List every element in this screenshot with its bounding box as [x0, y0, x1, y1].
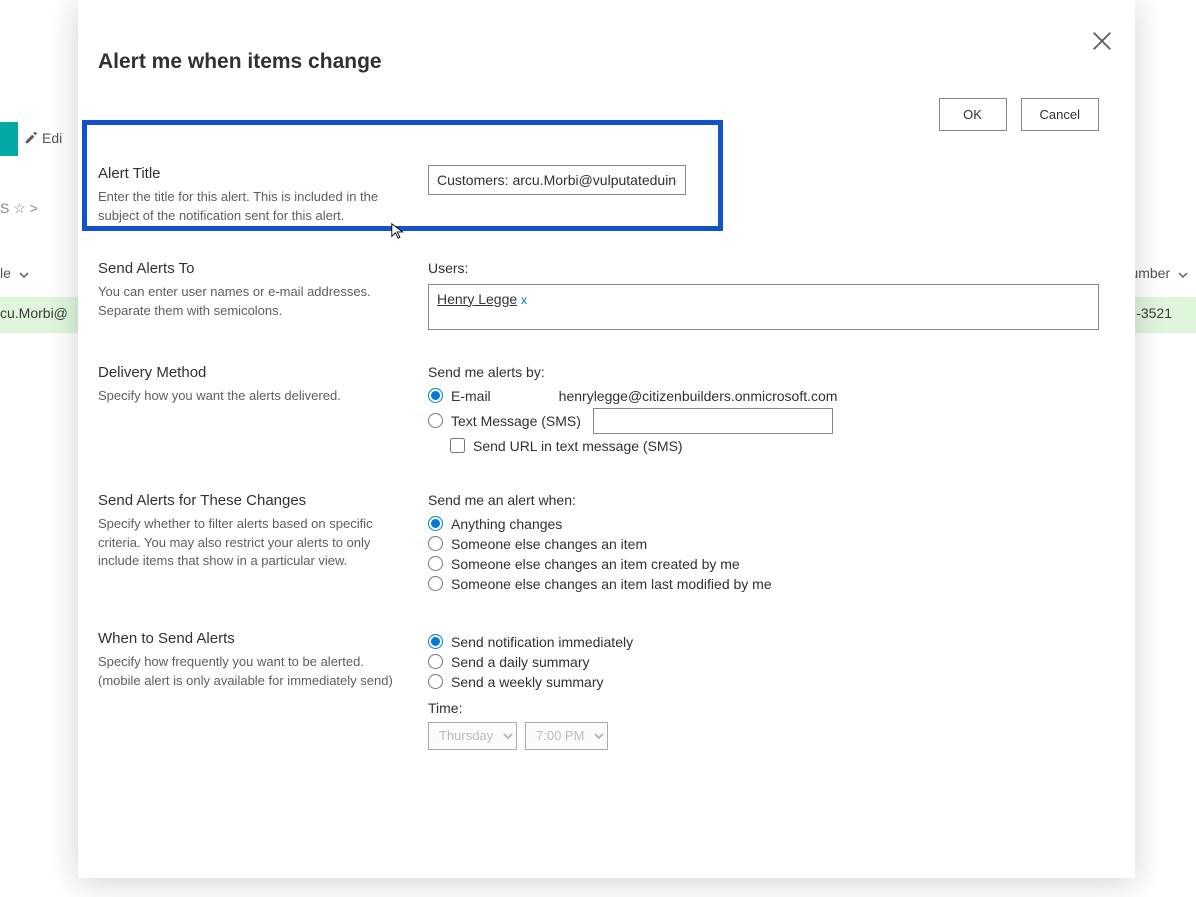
changes-label: Send Alerts for These Changes: [98, 492, 408, 509]
radio-someone-item-label[interactable]: Someone else changes an item: [451, 536, 647, 552]
section-delivery: Delivery Method Specify how you want the…: [98, 350, 1099, 478]
radio-anything[interactable]: [428, 516, 443, 531]
alert-dialog: Alert me when items change OK Cancel Ale…: [78, 0, 1135, 878]
radio-someone-modified-label[interactable]: Someone else changes an item last modifi…: [451, 576, 772, 592]
radio-daily-label[interactable]: Send a daily summary: [451, 654, 590, 670]
delivery-label: Delivery Method: [98, 364, 408, 381]
alert-title-label: Alert Title: [98, 165, 408, 182]
radio-sms-label[interactable]: Text Message (SMS): [451, 413, 581, 429]
when-label: When to Send Alerts: [98, 630, 408, 647]
time-label: Time:: [428, 700, 1099, 716]
section-send-to: Send Alerts To You can enter user names …: [98, 246, 1099, 350]
radio-someone-created[interactable]: [428, 556, 443, 571]
remove-user-icon[interactable]: x: [521, 293, 527, 307]
send-by-label: Send me alerts by:: [428, 364, 1099, 380]
dialog-title: Alert me when items change: [98, 50, 382, 74]
radio-weekly[interactable]: [428, 674, 443, 689]
radio-anything-label[interactable]: Anything changes: [451, 516, 562, 532]
radio-daily[interactable]: [428, 654, 443, 669]
radio-email[interactable]: [428, 388, 443, 403]
radio-someone-created-label[interactable]: Someone else changes an item created by …: [451, 556, 740, 572]
delivery-desc: Specify how you want the alerts delivere…: [98, 387, 408, 406]
close-button[interactable]: [1091, 30, 1113, 52]
dialog-scroll-area[interactable]: OK Cancel Alert Title Enter the title fo…: [82, 88, 1115, 850]
user-chip[interactable]: Henry Legge: [437, 291, 517, 307]
alert-when-label: Send me an alert when:: [428, 492, 1099, 508]
when-desc: Specify how frequently you want to be al…: [98, 653, 408, 691]
button-row-top: OK Cancel: [98, 94, 1099, 151]
sms-number-input[interactable]: [593, 408, 833, 434]
radio-sms[interactable]: [428, 413, 443, 428]
users-field-label: Users:: [428, 260, 1099, 276]
radio-immediate-label[interactable]: Send notification immediately: [451, 634, 633, 650]
section-alert-title: Alert Title Enter the title for this ale…: [98, 151, 1099, 246]
radio-weekly-label[interactable]: Send a weekly summary: [451, 674, 604, 690]
ok-button[interactable]: OK: [939, 98, 1007, 131]
cancel-button[interactable]: Cancel: [1021, 98, 1099, 131]
changes-desc: Specify whether to filter alerts based o…: [98, 515, 408, 572]
radio-someone-item[interactable]: [428, 536, 443, 551]
select-day[interactable]: Thursday: [428, 722, 517, 750]
section-when: When to Send Alerts Specify how frequent…: [98, 616, 1099, 770]
checkbox-send-url[interactable]: [450, 438, 465, 453]
alert-title-desc: Enter the title for this alert. This is …: [98, 188, 408, 226]
select-hour[interactable]: 7:00 PM: [525, 722, 608, 750]
users-people-picker[interactable]: Henry Legge x: [428, 284, 1099, 330]
section-changes: Send Alerts for These Changes Specify wh…: [98, 478, 1099, 616]
radio-someone-modified[interactable]: [428, 576, 443, 591]
radio-immediate[interactable]: [428, 634, 443, 649]
send-to-desc: You can enter user names or e-mail addre…: [98, 283, 408, 321]
modal-overlay: Alert me when items change OK Cancel Ale…: [0, 0, 1196, 897]
radio-email-label[interactable]: E-mail: [451, 388, 491, 404]
button-row-bottom: [98, 790, 1099, 832]
send-to-label: Send Alerts To: [98, 260, 408, 277]
alert-title-input[interactable]: [428, 165, 686, 195]
email-address: henrylegge@citizenbuilders.onmicrosoft.c…: [559, 388, 838, 404]
checkbox-send-url-label[interactable]: Send URL in text message (SMS): [473, 438, 683, 454]
close-icon: [1091, 30, 1113, 52]
